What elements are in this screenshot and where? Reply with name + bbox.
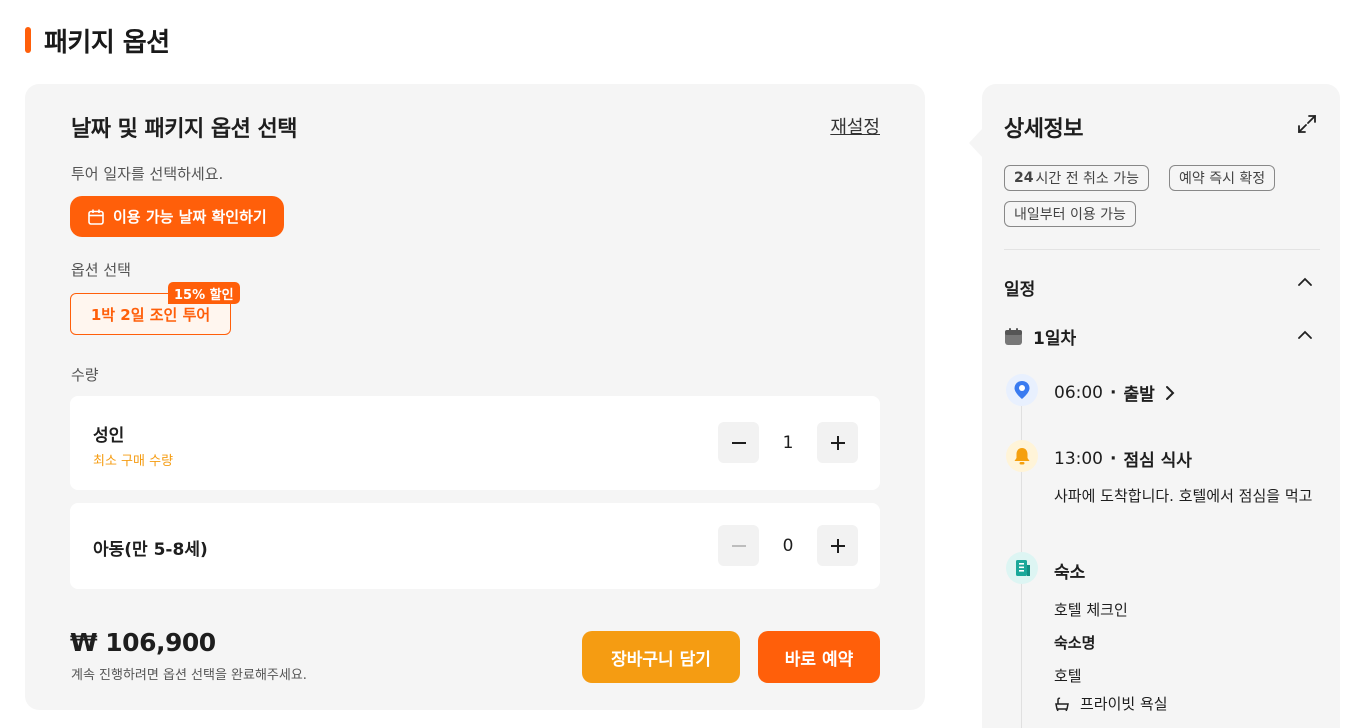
accommodation-type: 호텔 [1054, 667, 1082, 685]
amenity-label: 프라이빗 욕실 [1080, 695, 1168, 713]
plus-icon [830, 538, 845, 553]
schedule-heading: 일정 [1004, 280, 1036, 300]
location-pin-icon [1006, 374, 1038, 406]
option-section-label: 옵션 선택 [71, 261, 131, 279]
page-title: 패키지 옵션 [44, 27, 170, 58]
min-purchase-note: 최소 구매 수량 [93, 454, 174, 469]
timeline-time: 06:00 [1054, 382, 1103, 403]
date-button-label: 이용 가능 날짜 확인하기 [113, 208, 267, 226]
minus-icon [731, 544, 746, 547]
tag-bold-part: 24 [1014, 170, 1034, 186]
chevron-up-icon[interactable] [1298, 275, 1312, 289]
tag-instant-confirm: 예약 즉시 확정 [1169, 165, 1276, 191]
package-option-panel: 날짜 및 패키지 옵션 선택 재설정 투어 일자를 선택하세요. 이용 가능 날… [25, 84, 925, 710]
title-accent-bar [25, 27, 31, 53]
timeline-title: 숙소 [1054, 563, 1086, 583]
quantity-name: 성인 [93, 426, 125, 446]
timeline-item-lunch: 13:00 · 점심 식사 [1054, 446, 1192, 472]
decrement-button[interactable] [718, 525, 759, 566]
section-title: 패키지 옵션 [25, 22, 170, 58]
bell-icon [1006, 440, 1038, 472]
price-note: 계속 진행하려면 옵션 선택을 완료해주세요. [71, 668, 307, 683]
reset-link[interactable]: 재설정 [830, 113, 880, 139]
timeline-description: 사파에 도착합니다. 호텔에서 점심을 먹고 [1054, 487, 1313, 505]
accommodation-name-label: 숙소명 [1054, 634, 1096, 652]
quantity-row-child: 아동(만 5-8세) 0 [70, 503, 880, 589]
quantity-row-adult: 성인 최소 구매 수량 1 [70, 396, 880, 490]
panel-pointer [969, 128, 983, 158]
increment-button[interactable] [817, 422, 858, 463]
panel-heading: 날짜 및 패키지 옵션 선택 [71, 117, 298, 142]
check-available-dates-button[interactable]: 이용 가능 날짜 확인하기 [70, 196, 284, 237]
separator-dot: · [1110, 382, 1117, 403]
chevron-right-icon [1165, 385, 1175, 400]
add-to-cart-button[interactable]: 장바구니 담기 [582, 631, 740, 683]
expand-icon[interactable] [1296, 113, 1318, 135]
tag-text: 시간 전 취소 가능 [1035, 171, 1139, 187]
increment-button[interactable] [817, 525, 858, 566]
details-panel: 상세정보 24 시간 전 취소 가능 예약 즉시 확정 내일부터 이용 가능 일정… [982, 84, 1340, 728]
tag-text: 예약 즉시 확정 [1179, 171, 1266, 187]
calendar-icon [1005, 328, 1022, 345]
timeline-time: 13:00 [1054, 448, 1103, 469]
tour-date-hint: 투어 일자를 선택하세요. [71, 165, 224, 183]
details-title: 상세정보 [1004, 117, 1083, 142]
adult-quantity-stepper: 1 [718, 422, 858, 463]
quantity-name: 아동(만 5-8세) [93, 540, 208, 560]
timeline-title: 점심 식사 [1123, 451, 1192, 471]
chevron-up-icon[interactable] [1298, 328, 1312, 342]
quantity-section-label: 수량 [71, 366, 99, 384]
total-price: ₩ 106,900 [70, 628, 216, 657]
day-label: 1일차 [1033, 329, 1077, 349]
quantity-value: 0 [782, 535, 794, 556]
plus-icon [830, 435, 845, 450]
hotel-checkin-text: 호텔 체크인 [1054, 601, 1128, 619]
child-quantity-stepper: 0 [718, 525, 858, 566]
minus-icon [731, 441, 746, 444]
calendar-icon [88, 209, 104, 225]
bathroom-icon [1055, 697, 1069, 711]
decrement-button[interactable] [718, 422, 759, 463]
timeline-title: 출발 [1123, 385, 1155, 405]
amenity-private-bathroom: 프라이빗 욕실 [1054, 693, 1168, 714]
tag-free-cancellation: 24 시간 전 취소 가능 [1004, 165, 1149, 191]
separator-dot: · [1110, 448, 1117, 469]
hotel-icon [1006, 552, 1038, 584]
tag-available-from-tomorrow: 내일부터 이용 가능 [1004, 201, 1136, 227]
timeline-item-accommodation: 숙소 [1054, 558, 1085, 583]
day-row[interactable]: 1일차 [1004, 324, 1076, 349]
discount-badge: 15% 할인 [168, 282, 240, 304]
quantity-value: 1 [782, 432, 794, 453]
divider [1004, 249, 1320, 250]
tag-text: 내일부터 이용 가능 [1014, 207, 1126, 223]
timeline-item-departure[interactable]: 06:00 · 출발 [1054, 380, 1175, 405]
book-now-button[interactable]: 바로 예약 [758, 631, 880, 683]
